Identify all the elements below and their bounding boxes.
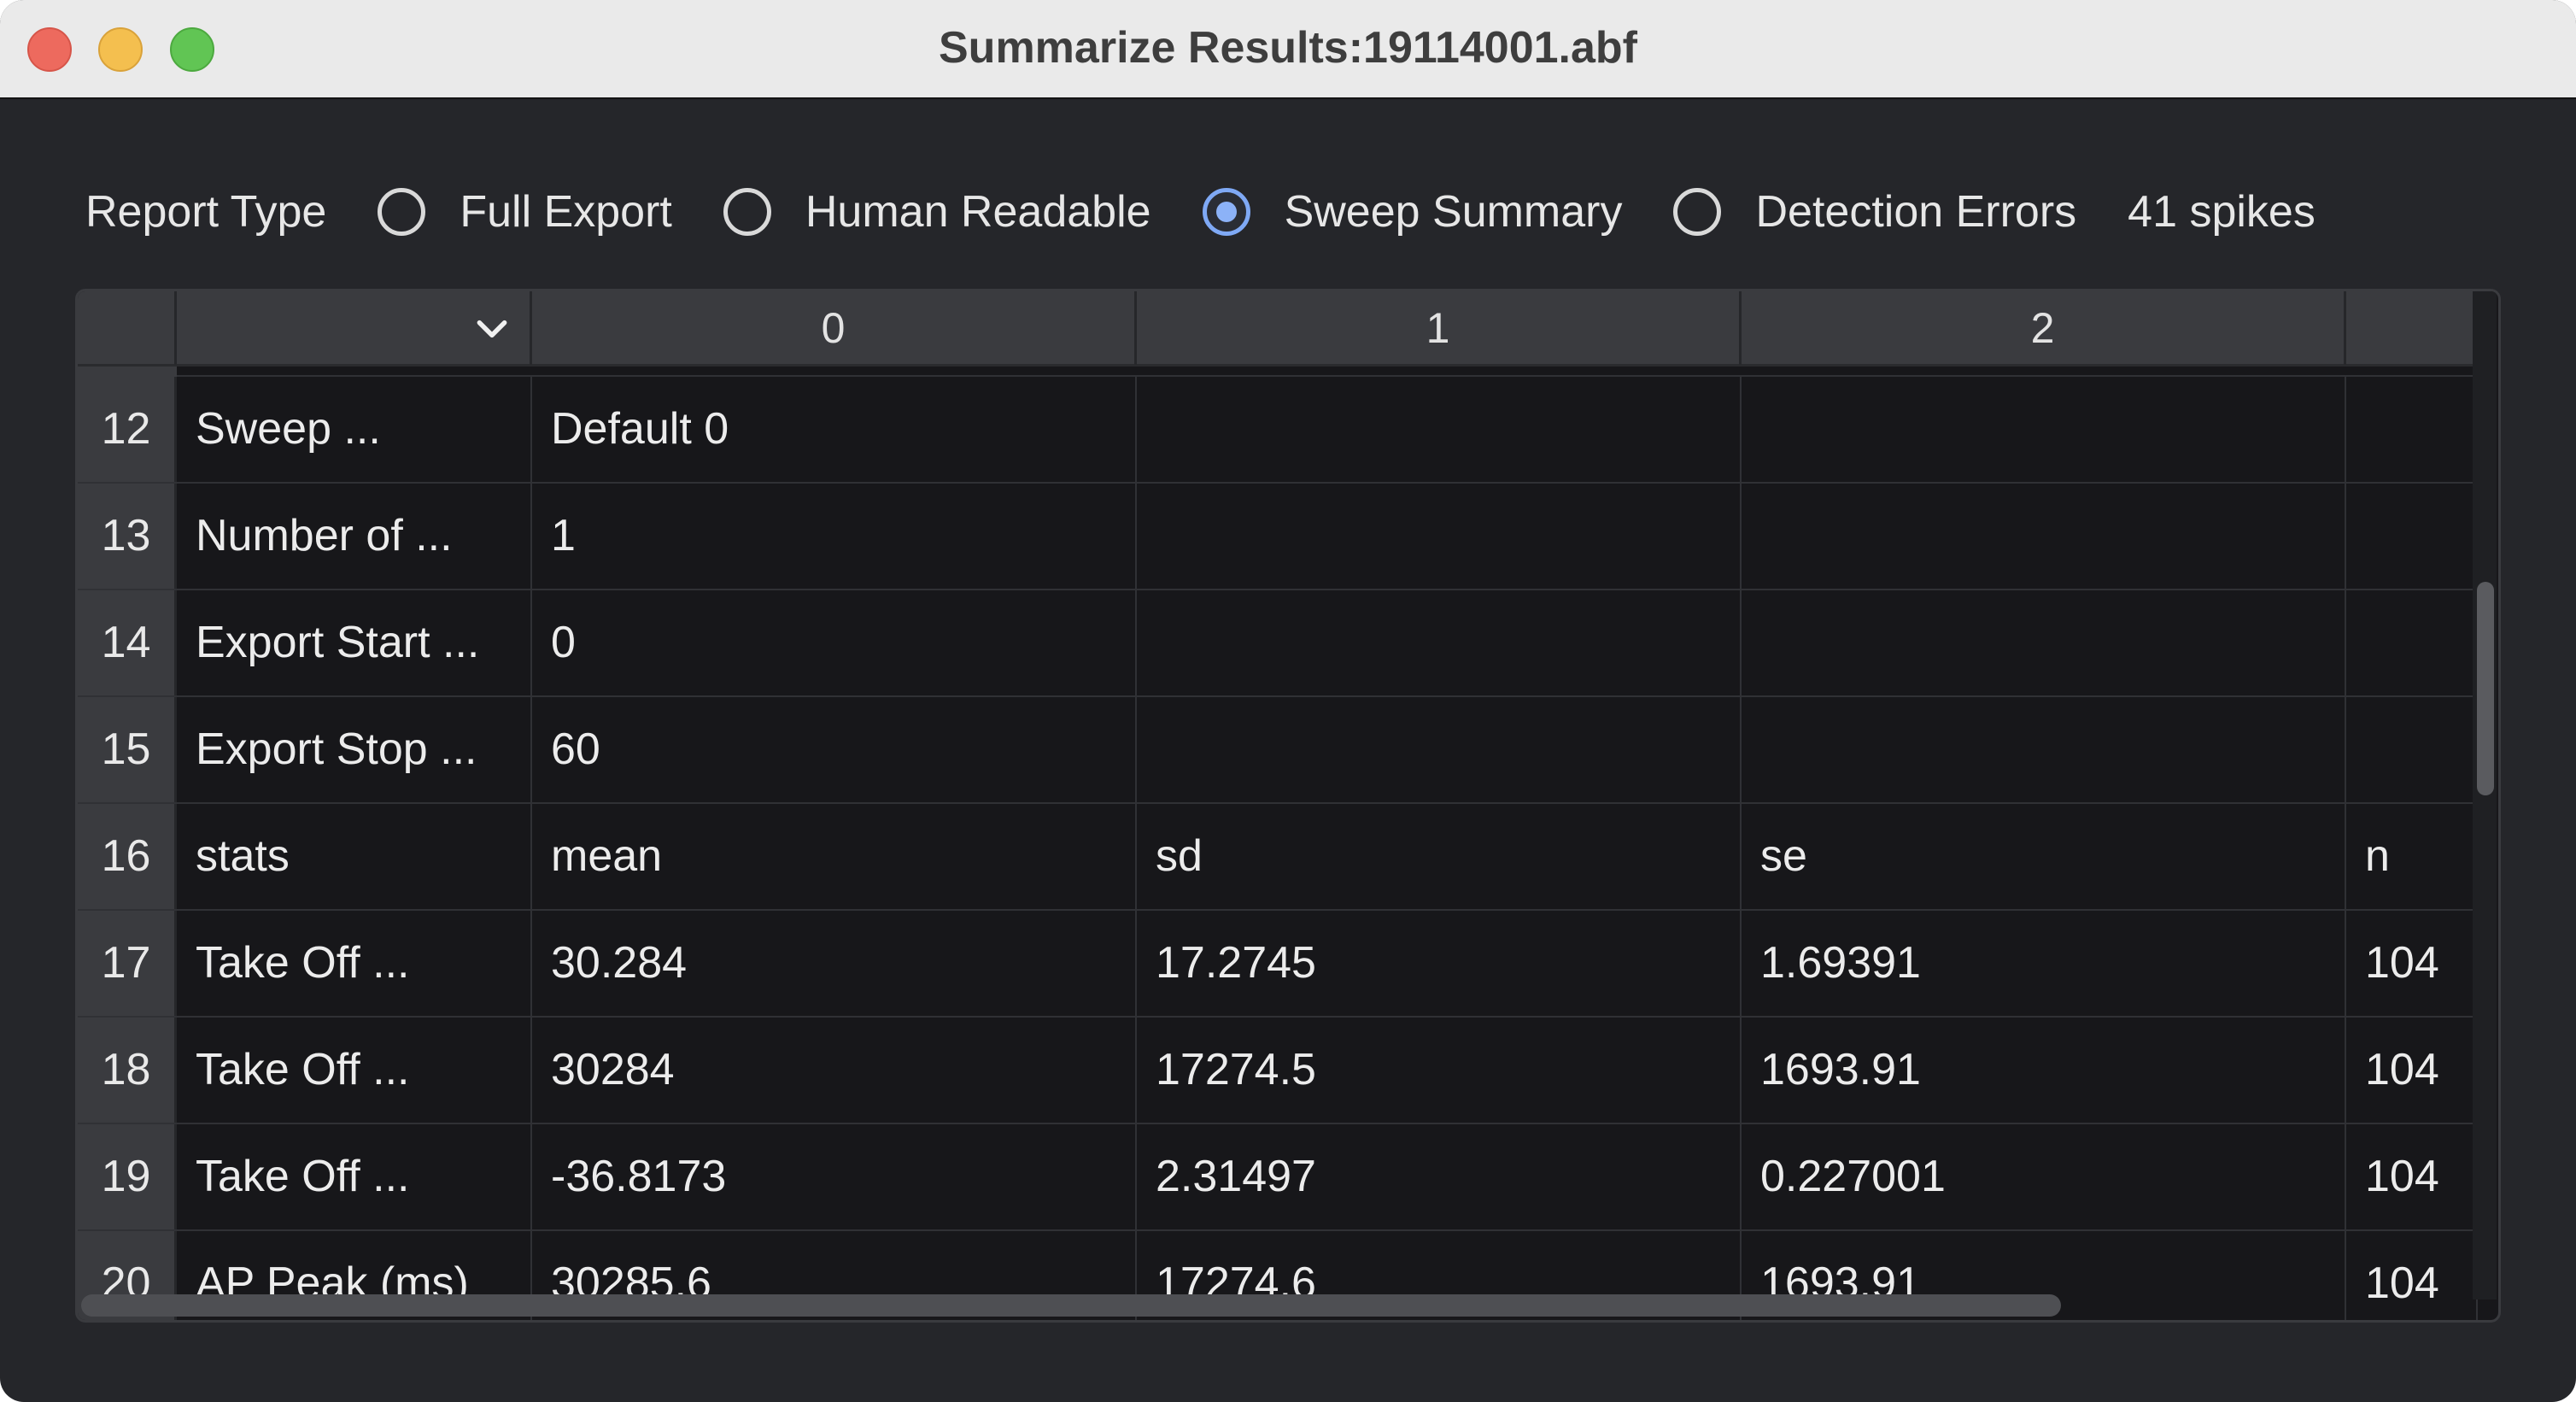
table-row[interactable]: 17 Take Off ... 30.284 17.2745 1.69391 104 — [78, 911, 2478, 1018]
detection-errors-label: Detection Errors — [1755, 187, 2077, 237]
table-row[interactable]: 16 stats mean sd se n — [78, 804, 2478, 911]
column-header-2[interactable]: 2 — [1742, 291, 2346, 365]
column-header-0[interactable]: 0 — [532, 291, 1137, 365]
partial-row-above — [78, 367, 2478, 377]
table-cell[interactable] — [2346, 484, 2478, 589]
title-bar[interactable]: Summarize Results:19114001.abf — [0, 0, 2576, 99]
table-cell[interactable]: 1 — [532, 484, 1137, 589]
table-cell[interactable]: sd — [1137, 804, 1742, 909]
report-option-full-export[interactable]: Full Export — [378, 186, 672, 238]
table-cell[interactable]: 104 — [2346, 911, 2478, 1016]
window-title: Summarize Results:19114001.abf — [939, 23, 1637, 73]
report-option-human-readable[interactable]: Human Readable — [723, 186, 1151, 238]
table-cell[interactable]: 60 — [532, 697, 1137, 802]
table-cell[interactable]: 17.2745 — [1137, 911, 1742, 1016]
table-cell[interactable] — [2346, 697, 2478, 802]
table-cell[interactable] — [2346, 377, 2478, 482]
vertical-scroll-thumb[interactable] — [2477, 582, 2494, 795]
table-cell[interactable]: 0 — [532, 590, 1137, 695]
table-row[interactable]: 14 Export Start ... 0 — [78, 590, 2478, 697]
table-cell[interactable] — [1742, 590, 2346, 695]
row-number[interactable]: 17 — [78, 911, 177, 1016]
index-column-header[interactable] — [177, 291, 532, 365]
table-cell[interactable]: 104 — [2346, 1018, 2478, 1123]
row-label-cell[interactable]: Take Off ... — [177, 1018, 532, 1123]
row-label-cell[interactable]: Export Stop ... — [177, 697, 532, 802]
row-number[interactable]: 19 — [78, 1124, 177, 1229]
column-header-3[interactable] — [2346, 291, 2478, 365]
table-cell[interactable] — [1137, 484, 1742, 589]
row-number[interactable]: 14 — [78, 590, 177, 695]
table-cell[interactable]: 104 — [2346, 1231, 2478, 1320]
horizontal-scroll-thumb[interactable] — [81, 1294, 2061, 1317]
row-label-cell[interactable]: stats — [177, 804, 532, 909]
sweep-summary-radio[interactable] — [1202, 188, 1250, 236]
table-cell[interactable]: -36.8173 — [532, 1124, 1137, 1229]
table-cell[interactable] — [1137, 697, 1742, 802]
report-type-toolbar: Report Type Full Export Human Readable S… — [85, 171, 2315, 253]
table-row[interactable]: 18 Take Off ... 30284 17274.5 1693.91 104 — [78, 1018, 2478, 1124]
table-cell[interactable]: 104 — [2346, 1124, 2478, 1229]
row-label-cell[interactable]: Take Off ... — [177, 1124, 532, 1229]
table-cell[interactable]: 2.31497 — [1137, 1124, 1742, 1229]
table-cell[interactable] — [1742, 484, 2346, 589]
table-header-row: 0 1 2 — [78, 291, 2478, 367]
vertical-scrollbar[interactable] — [2473, 291, 2497, 1299]
table-cell[interactable]: Default 0 — [532, 377, 1137, 482]
detection-errors-radio[interactable] — [1673, 188, 1722, 236]
table-row[interactable]: 12 Sweep ... Default 0 — [78, 377, 2478, 484]
table-cell[interactable]: 30284 — [532, 1018, 1137, 1123]
table-cell[interactable] — [1137, 590, 1742, 695]
row-label-cell[interactable]: Sweep ... — [177, 377, 532, 482]
human-readable-label: Human Readable — [805, 187, 1151, 237]
table-cell[interactable]: 17274.5 — [1137, 1018, 1742, 1123]
human-readable-radio[interactable] — [723, 188, 771, 236]
full-export-radio[interactable] — [378, 188, 426, 236]
corner-header[interactable] — [78, 291, 177, 365]
table-row[interactable]: 19 Take Off ... -36.8173 2.31497 0.227001 104 — [78, 1124, 2478, 1231]
row-number[interactable]: 15 — [78, 697, 177, 802]
table-cell[interactable] — [1742, 697, 2346, 802]
table-cell[interactable]: 30.284 — [532, 911, 1137, 1016]
summarize-results-window: Summarize Results:19114001.abf Report Ty… — [0, 0, 2576, 1402]
table-row[interactable]: 13 Number of ... 1 — [78, 484, 2478, 590]
sweep-summary-label: Sweep Summary — [1284, 187, 1623, 237]
row-label-cell[interactable]: Export Start ... — [177, 590, 532, 695]
table-cell[interactable]: se — [1742, 804, 2346, 909]
table-cell[interactable] — [1137, 377, 1742, 482]
row-number[interactable]: 12 — [78, 377, 177, 482]
full-export-label: Full Export — [460, 187, 672, 237]
row-number[interactable]: 16 — [78, 804, 177, 909]
results-table[interactable]: 0 1 2 12 Sweep ... Default 0 13 Number of ..… — [75, 289, 2501, 1323]
report-type-label: Report Type — [85, 187, 327, 237]
table-cell[interactable] — [1742, 377, 2346, 482]
row-number[interactable]: 13 — [78, 484, 177, 589]
table-cell[interactable]: n — [2346, 804, 2478, 909]
table-cell[interactable]: 1693.91 — [1742, 1018, 2346, 1123]
row-label-cell[interactable]: Take Off ... — [177, 911, 532, 1016]
spike-count: 41 spikes — [2128, 187, 2315, 237]
column-header-1[interactable]: 1 — [1137, 291, 1742, 365]
table-cell[interactable]: mean — [532, 804, 1137, 909]
report-option-sweep-summary[interactable]: Sweep Summary — [1202, 186, 1623, 238]
table-cell[interactable]: 0.227001 — [1742, 1124, 2346, 1229]
table-cell[interactable] — [2346, 590, 2478, 695]
report-option-detection-errors[interactable]: Detection Errors — [1673, 186, 2076, 238]
table-cell[interactable]: 1.69391 — [1742, 911, 2346, 1016]
row-label-cell[interactable]: Number of ... — [177, 484, 532, 589]
table-row[interactable]: 15 Export Stop ... 60 — [78, 697, 2478, 804]
chevron-down-icon[interactable] — [473, 310, 511, 348]
row-number[interactable]: 18 — [78, 1018, 177, 1123]
